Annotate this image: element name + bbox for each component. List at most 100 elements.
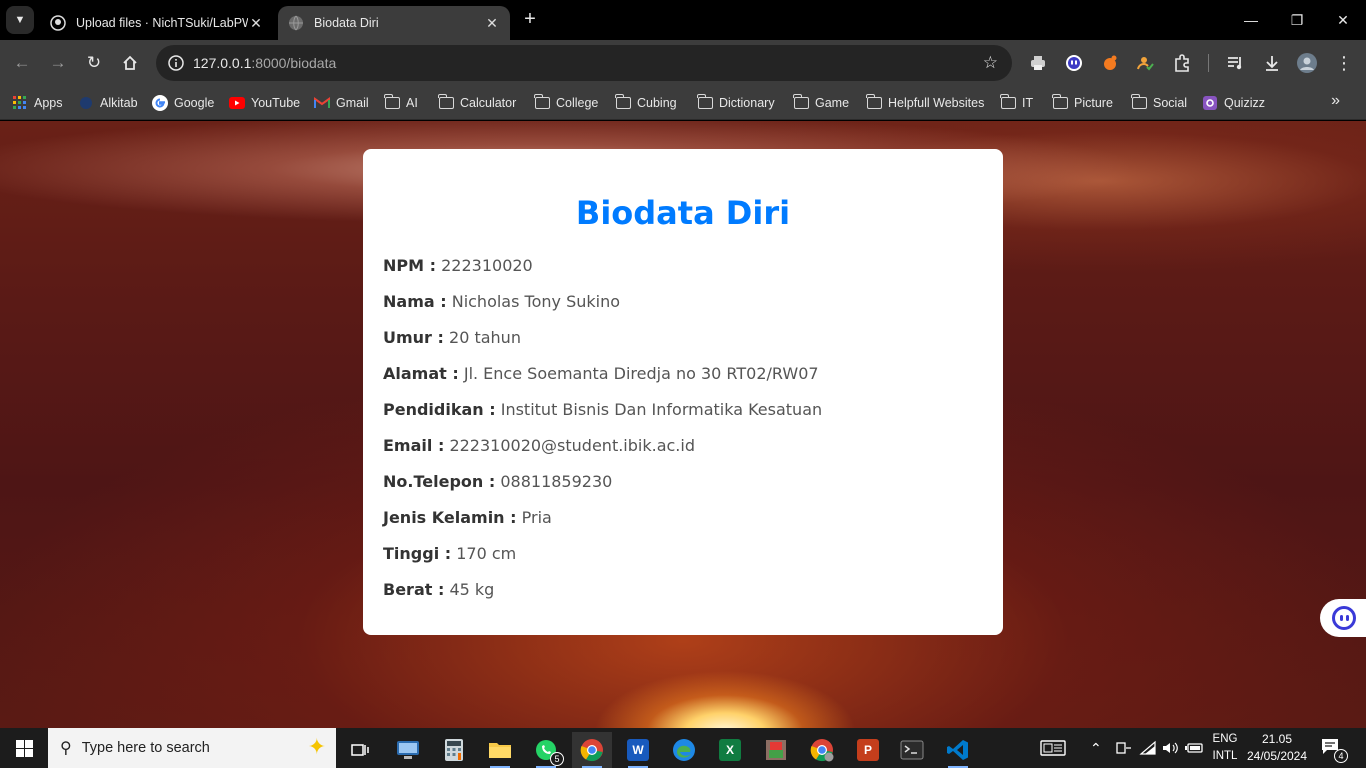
close-icon[interactable]: ✕	[484, 15, 500, 32]
user-check-extension-icon[interactable]	[1135, 52, 1157, 74]
battery-icon[interactable]	[1185, 728, 1205, 768]
tray-news-icon[interactable]	[1040, 728, 1066, 768]
field-telepon: No.Telepon : 08811859230	[383, 473, 983, 509]
field-value: 222310020	[441, 256, 533, 275]
search-icon: ⚲	[60, 740, 72, 757]
bookmark-google[interactable]: Google	[152, 92, 214, 114]
bookmark-label: Social	[1153, 96, 1188, 110]
printer-extension-icon[interactable]	[1027, 52, 1049, 74]
bookmark-quizizz[interactable]: Quizizz	[1202, 92, 1265, 114]
biodata-card: Biodata Diri NPM : 222310020 Nama : Nich…	[363, 149, 1003, 635]
bookmark-youtube[interactable]: YouTube	[229, 92, 300, 114]
taskbar-app-powerpoint[interactable]: P	[848, 732, 888, 768]
bookmark-label: Apps	[34, 96, 63, 110]
close-icon[interactable]: ✕	[248, 15, 264, 32]
reload-icon: ↻	[86, 53, 102, 72]
monitor-app-icon	[397, 741, 419, 759]
orange-extension-icon[interactable]	[1099, 52, 1121, 74]
tab-search-button[interactable]: ▼	[6, 6, 34, 34]
taskbar-app-game[interactable]	[756, 732, 796, 768]
assistant-face-icon	[1332, 606, 1356, 630]
globe-icon	[288, 15, 304, 31]
tab-title: Upload files · NichTSuki/LabPW	[76, 16, 248, 30]
quizizz-icon	[1202, 95, 1218, 111]
field-label: Berat :	[383, 580, 445, 599]
chevron-up-icon[interactable]: ⌃	[1090, 728, 1102, 768]
clock-date: 24/05/2024	[1246, 749, 1308, 763]
download-icon[interactable]	[1261, 52, 1283, 74]
start-button[interactable]	[0, 728, 48, 768]
minimize-button[interactable]: —	[1228, 0, 1274, 40]
field-value: 20 tahun	[449, 328, 521, 347]
field-value: 45 kg	[449, 580, 495, 599]
address-bar[interactable]: 127.0.0.1:8000/biodata ☆	[156, 45, 1012, 81]
taskbar-app-whatsapp[interactable]: 5	[526, 732, 566, 768]
search-placeholder: Type here to search	[81, 740, 210, 756]
new-tab-button[interactable]: +	[518, 8, 542, 32]
taskbar-app-terminal[interactable]	[892, 732, 932, 768]
chevron-double-right-icon[interactable]: »	[1331, 92, 1340, 110]
bookmark-gmail[interactable]: Gmail	[314, 92, 369, 114]
profile-avatar-icon[interactable]	[1296, 52, 1318, 74]
taskbar-app-file-explorer[interactable]	[480, 732, 520, 768]
tab-upload-files[interactable]: Upload files · NichTSuki/LabPW ✕	[40, 6, 274, 40]
field-email: Email : 222310020@student.ibik.ac.id	[383, 437, 983, 473]
bookmark-label: Alkitab	[100, 96, 138, 110]
page-viewport: Biodata Diri NPM : 222310020 Nama : Nich…	[0, 121, 1366, 728]
url-text[interactable]: 127.0.0.1:8000/biodata	[193, 55, 336, 71]
reload-button[interactable]: ↻	[80, 49, 108, 77]
media-control-icon[interactable]	[1225, 52, 1247, 74]
network-icon[interactable]	[1114, 728, 1132, 768]
bookmark-folder-dictionary[interactable]: Dictionary	[696, 92, 775, 114]
bookmark-apps[interactable]: Apps	[12, 92, 63, 114]
taskbar-app-chrome-profile[interactable]	[802, 732, 842, 768]
back-button[interactable]: ←	[8, 49, 36, 77]
bookmark-folder-calculator[interactable]: Calculator	[437, 92, 516, 114]
chevron-down-icon: ▼	[14, 14, 26, 26]
taskbar-search-box[interactable]: ⚲ Type here to search ✦	[48, 728, 336, 768]
window-close-button[interactable]: ✕	[1320, 0, 1366, 40]
wifi-icon[interactable]	[1139, 728, 1157, 768]
bookmark-folder-ai[interactable]: AI	[383, 92, 418, 114]
bookmark-star-icon[interactable]: ☆	[983, 53, 998, 73]
calculator-icon	[445, 739, 463, 761]
taskbar-app-calculator[interactable]	[434, 732, 474, 768]
task-view-button[interactable]	[340, 732, 380, 768]
system-clock[interactable]: 21.05 24/05/2024	[1240, 731, 1314, 765]
windows-logo-icon	[15, 739, 33, 757]
extensions-puzzle-icon[interactable]	[1171, 52, 1193, 74]
bookmark-folder-game[interactable]: Game	[792, 92, 849, 114]
floating-assistant-button[interactable]	[1320, 599, 1366, 637]
forward-button[interactable]: →	[44, 49, 72, 77]
taskbar-app-chrome[interactable]	[572, 732, 612, 768]
site-info-icon[interactable]	[164, 51, 188, 75]
volume-icon[interactable]	[1161, 728, 1179, 768]
bookmark-folder-cubing[interactable]: Cubing	[614, 92, 677, 114]
terminal-icon	[900, 740, 924, 760]
home-button[interactable]	[116, 49, 144, 77]
taskbar-app-edge[interactable]	[664, 732, 704, 768]
menu-kebab-icon[interactable]: ⋮	[1333, 52, 1355, 74]
restore-button[interactable]: ❐	[1274, 0, 1320, 40]
ghost-extension-icon[interactable]	[1063, 52, 1085, 74]
tab-biodata-diri[interactable]: Biodata Diri ✕	[278, 6, 510, 40]
bookmark-folder-college[interactable]: College	[533, 92, 598, 114]
gmail-icon	[314, 95, 330, 111]
bookmarks-bar: Apps Alkitab Google YouTube Gmail AI Cal…	[0, 86, 1366, 120]
taskbar-app-vscode[interactable]	[938, 732, 978, 768]
notification-center-button[interactable]: 4	[1320, 737, 1348, 763]
bookmark-folder-picture[interactable]: Picture	[1051, 92, 1113, 114]
bookmark-folder-it[interactable]: IT	[999, 92, 1033, 114]
taskbar-app-excel[interactable]: X	[710, 732, 750, 768]
taskbar-app-word[interactable]: W	[618, 732, 658, 768]
folder-icon	[696, 94, 713, 111]
bookmark-folder-helpfull-websites[interactable]: Helpfull Websites	[865, 92, 984, 114]
field-label: Jenis Kelamin :	[383, 508, 517, 527]
bookmark-alkitab[interactable]: Alkitab	[78, 92, 138, 114]
powerpoint-icon: P	[857, 739, 879, 761]
taskbar-app-monitor[interactable]	[388, 732, 428, 768]
input-language-indicator[interactable]: ENG INTL	[1208, 731, 1242, 765]
field-label: Alamat :	[383, 364, 459, 383]
arrow-left-icon: ←	[13, 53, 31, 72]
bookmark-folder-social[interactable]: Social	[1130, 92, 1188, 114]
